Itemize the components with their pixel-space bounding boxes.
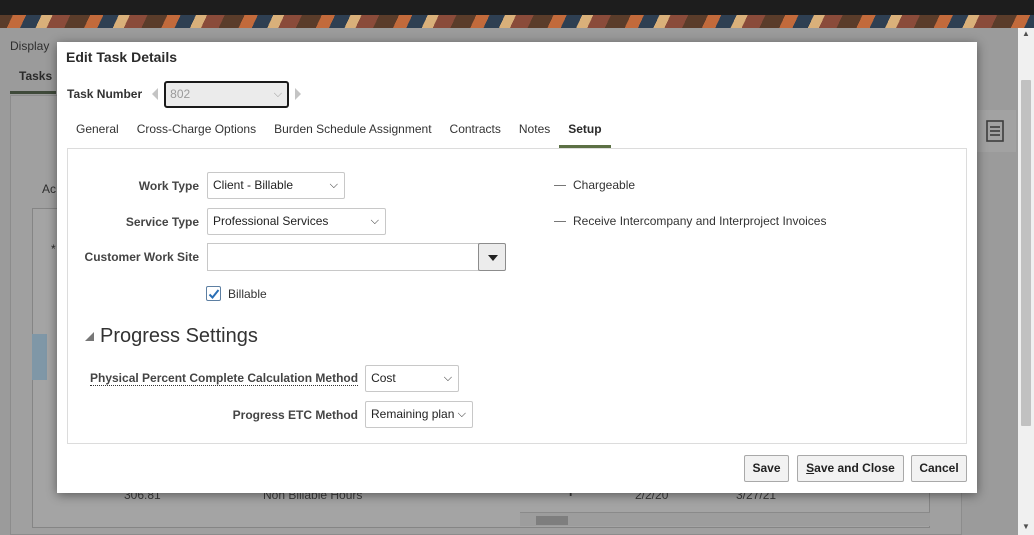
tab-notes[interactable]: Notes: [510, 118, 559, 148]
calc-method-value: Cost: [371, 371, 396, 385]
chevron-down-icon: ⌵: [457, 408, 466, 420]
top-bar: [0, 0, 1034, 15]
service-type-select[interactable]: Professional Services ⌵: [207, 208, 386, 235]
table-horizontal-scrollbar[interactable]: [520, 512, 930, 526]
tab-general[interactable]: General: [67, 118, 128, 148]
display-label: Display: [10, 39, 50, 53]
dialog-title: Edit Task Details: [66, 49, 178, 65]
calc-method-label: Physical Percent Complete Calculation Me…: [90, 371, 359, 386]
customer-work-site-row: Customer Work Site: [68, 243, 506, 271]
receive-invoices-label: Receive Intercompany and Interproject In…: [573, 214, 827, 228]
actions-label: Ac: [42, 182, 57, 196]
task-number-value: 802: [170, 86, 191, 101]
scroll-up-icon[interactable]: ▲: [1022, 30, 1030, 38]
list-icon: [986, 120, 1004, 142]
tab-cross-charge-options[interactable]: Cross-Charge Options: [128, 118, 265, 148]
save-button[interactable]: Save: [744, 455, 789, 482]
next-task-icon[interactable]: [295, 88, 302, 100]
previous-task-icon[interactable]: [152, 88, 159, 100]
chargeable-label: Chargeable: [573, 178, 636, 192]
cancel-button[interactable]: Cancel: [911, 455, 967, 482]
tab-tasks[interactable]: Tasks: [10, 68, 56, 94]
scroll-down-icon[interactable]: ▼: [1022, 523, 1030, 531]
page-vertical-scrollbar[interactable]: ▲ ▼: [1018, 28, 1034, 535]
chevron-down-icon: ⌵: [370, 215, 379, 227]
receive-invoices-dash-icon: [554, 220, 566, 222]
tab-burden-schedule-assignment[interactable]: Burden Schedule Assignment: [265, 118, 440, 148]
task-tabs: General Cross-Charge Options Burden Sche…: [67, 118, 611, 148]
billable-label: Billable: [228, 286, 267, 301]
selected-row-marker: [32, 334, 47, 380]
chevron-down-icon: ⌵: [329, 179, 338, 191]
service-type-row: Service Type Professional Services ⌵: [68, 208, 386, 235]
calc-method-select[interactable]: Cost ⌵: [365, 365, 460, 392]
scrollbar-thumb[interactable]: [536, 516, 568, 525]
collapse-triangle-icon[interactable]: [85, 332, 94, 341]
billable-checkbox[interactable]: [206, 286, 221, 301]
etc-method-row: Progress ETC Method Remaining plan ⌵: [68, 401, 473, 428]
customer-work-site-lov-button[interactable]: [478, 243, 506, 271]
save-and-close-button[interactable]: Save and Close: [797, 455, 904, 482]
setup-tab-content: Work Type Client - Billable ⌵ Service Ty…: [67, 148, 967, 444]
detach-button[interactable]: [972, 110, 1016, 152]
service-type-label: Service Type: [125, 214, 199, 229]
dropdown-triangle-icon: [488, 255, 498, 261]
tab-setup[interactable]: Setup: [559, 118, 611, 148]
work-type-value: Client - Billable: [213, 178, 294, 192]
etc-method-select[interactable]: Remaining plan ⌵: [365, 401, 473, 428]
progress-settings-header[interactable]: Progress Settings: [85, 325, 258, 348]
progress-settings-title: Progress Settings: [100, 325, 258, 347]
checkmark-icon: [208, 289, 220, 299]
etc-method-label: Progress ETC Method: [232, 407, 358, 422]
calc-method-row: Physical Percent Complete Calculation Me…: [90, 365, 460, 392]
chargeable-dash-icon: [554, 184, 566, 186]
service-type-value: Professional Services: [213, 214, 329, 228]
chevron-down-icon: ⌵: [273, 87, 283, 100]
customer-work-site-input[interactable]: [207, 243, 479, 271]
required-marker: *: [51, 242, 56, 256]
task-number-label: Task Number: [67, 87, 143, 101]
chargeable-row: Chargeable: [554, 178, 635, 192]
save-and-close-label: ave and Close: [814, 461, 895, 475]
work-type-row: Work Type Client - Billable ⌵: [68, 172, 345, 199]
chevron-down-icon: ⌵: [443, 372, 453, 384]
work-type-label: Work Type: [138, 178, 199, 193]
scrollbar-thumb[interactable]: [1021, 80, 1031, 426]
page-banner: [0, 0, 1034, 28]
work-type-select[interactable]: Client - Billable ⌵: [207, 172, 345, 199]
edit-task-details-dialog: Edit Task Details Task Number 802 ⌵ Gene…: [57, 42, 977, 493]
task-number-select[interactable]: 802 ⌵: [164, 80, 290, 108]
receive-invoices-row: Receive Intercompany and Interproject In…: [554, 214, 826, 228]
tab-contracts[interactable]: Contracts: [441, 118, 510, 148]
task-number-row: Task Number 802 ⌵: [67, 80, 302, 108]
save-and-close-mnemonic: S: [806, 461, 815, 475]
customer-work-site-label: Customer Work Site: [84, 250, 199, 264]
etc-method-value: Remaining plan: [371, 407, 455, 421]
billable-row: Billable: [206, 286, 267, 301]
